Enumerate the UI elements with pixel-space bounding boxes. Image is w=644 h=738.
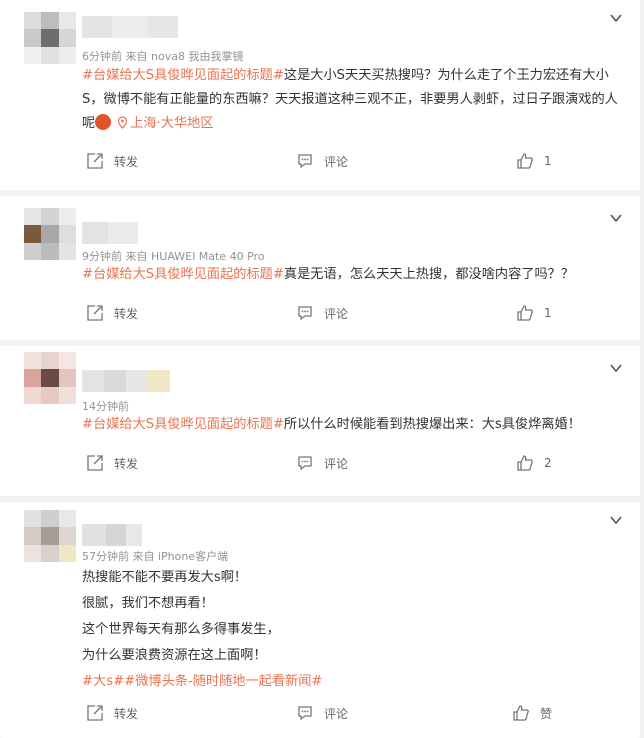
comment-meta: 6分钟前 来自 nova8 我由我掌镜 bbox=[82, 50, 244, 63]
repost-icon bbox=[87, 305, 103, 321]
comment-body: 所以什么时候能看到热搜爆出来：大s具俊烨离婚！ bbox=[283, 417, 581, 432]
username-blurred[interactable] bbox=[82, 524, 142, 546]
location-link[interactable]: 上海·大华地区 bbox=[130, 116, 213, 131]
comment-button[interactable]: 评论 bbox=[296, 704, 348, 722]
topic-tag-link[interactable]: #台媒给大S具俊晔见面起的标题# bbox=[82, 68, 284, 83]
username-blurred[interactable] bbox=[82, 16, 178, 38]
comment-meta: 14分钟前 bbox=[82, 400, 129, 413]
chevron-down-icon[interactable] bbox=[610, 12, 622, 24]
comment-meta: 57分钟前 来自 iPhone客户端 bbox=[82, 550, 229, 563]
comment-card: 9分钟前 来自 HUAWEI Mate 40 Pro #台媒给大S具俊晔见面起的… bbox=[0, 196, 640, 340]
comment-card: 6分钟前 来自 nova8 我由我掌镜 #台媒给大S具俊晔见面起的标题#这是大小… bbox=[0, 0, 640, 190]
chevron-down-icon[interactable] bbox=[610, 514, 622, 526]
comment-line: 很腻，我们不想再看！ bbox=[82, 596, 214, 611]
repost-icon bbox=[87, 705, 103, 721]
comment-icon bbox=[298, 306, 312, 321]
comment-card: 57分钟前 来自 iPhone客户端 热搜能不能不要再发大s啊！ 很腻，我们不想… bbox=[0, 502, 640, 738]
comment-button[interactable]: 评论 bbox=[296, 304, 348, 322]
username-blurred[interactable] bbox=[82, 370, 170, 392]
repost-icon bbox=[87, 455, 103, 471]
topic-tag-link[interactable]: #台媒给大S具俊晔见面起的标题# bbox=[82, 267, 284, 282]
repost-button[interactable]: 转发 bbox=[86, 704, 138, 722]
action-bar: 转发 评论 1 bbox=[82, 152, 640, 174]
comment-text: #台媒给大S具俊晔见面起的标题#这是大小S天天买热搜吗？为什么走了个王力宏还有大… bbox=[82, 64, 622, 136]
repost-button[interactable]: 转发 bbox=[86, 152, 138, 170]
chevron-down-icon[interactable] bbox=[610, 212, 622, 224]
comment-line: 这个世界每天有那么多得事发生， bbox=[82, 622, 280, 637]
comment-meta: 9分钟前 来自 HUAWEI Mate 40 Pro bbox=[82, 250, 265, 263]
comment-icon bbox=[298, 706, 312, 721]
like-button[interactable]: 1 bbox=[516, 152, 552, 170]
action-bar: 转发 评论 1 bbox=[82, 304, 640, 326]
comment-text: #台媒给大S具俊晔见面起的标题#所以什么时候能看到热搜爆出来：大s具俊烨离婚！ bbox=[82, 413, 622, 437]
thumbs-up-icon bbox=[517, 153, 533, 169]
topic-tag-link[interactable]: #台媒给大S具俊晔见面起的标题# bbox=[82, 417, 284, 432]
action-bar: 转发 评论 赞 bbox=[82, 704, 640, 726]
action-bar: 转发 评论 2 bbox=[82, 454, 640, 476]
angry-emoji-icon bbox=[95, 114, 112, 130]
thumbs-up-icon bbox=[517, 455, 533, 471]
comment-button[interactable]: 评论 bbox=[296, 454, 348, 472]
like-button[interactable]: 赞 bbox=[512, 704, 552, 722]
username-blurred[interactable] bbox=[82, 222, 138, 244]
repost-icon bbox=[87, 153, 103, 169]
avatar[interactable] bbox=[24, 352, 76, 404]
comment-line: 热搜能不能不要再发大s啊！ bbox=[82, 570, 248, 585]
comment-body: 真是无语，怎么天天上热搜，都没啥内容了吗？？ bbox=[283, 267, 575, 282]
comment-icon bbox=[298, 154, 312, 169]
comment-text: #台媒给大S具俊晔见面起的标题#真是无语，怎么天天上热搜，都没啥内容了吗？？ bbox=[82, 263, 622, 287]
repost-button[interactable]: 转发 bbox=[86, 304, 138, 322]
chevron-down-icon[interactable] bbox=[610, 362, 622, 374]
like-button[interactable]: 2 bbox=[516, 454, 552, 472]
thumbs-up-icon bbox=[513, 705, 529, 721]
comment-feed: 6分钟前 来自 nova8 我由我掌镜 #台媒给大S具俊晔见面起的标题#这是大小… bbox=[0, 0, 644, 738]
comment-card: 14分钟前 #台媒给大S具俊晔见面起的标题#所以什么时候能看到热搜爆出来：大s具… bbox=[0, 346, 640, 496]
topic-tags-link[interactable]: #大s##微博头条-随时随地一起看新闻# bbox=[82, 669, 622, 695]
avatar[interactable] bbox=[24, 208, 76, 260]
location-pin-icon bbox=[118, 116, 128, 129]
repost-button[interactable]: 转发 bbox=[86, 454, 138, 472]
comment-icon bbox=[298, 456, 312, 471]
comment-line: 为什么要浪费资源在这上面啊！ bbox=[82, 648, 267, 663]
avatar[interactable] bbox=[24, 510, 76, 562]
comment-text: 热搜能不能不要再发大s啊！ 很腻，我们不想再看！ 这个世界每天有那么多得事发生，… bbox=[82, 565, 622, 695]
avatar[interactable] bbox=[24, 12, 76, 64]
comment-button[interactable]: 评论 bbox=[296, 152, 348, 170]
thumbs-up-icon bbox=[517, 305, 533, 321]
like-button[interactable]: 1 bbox=[516, 304, 552, 322]
